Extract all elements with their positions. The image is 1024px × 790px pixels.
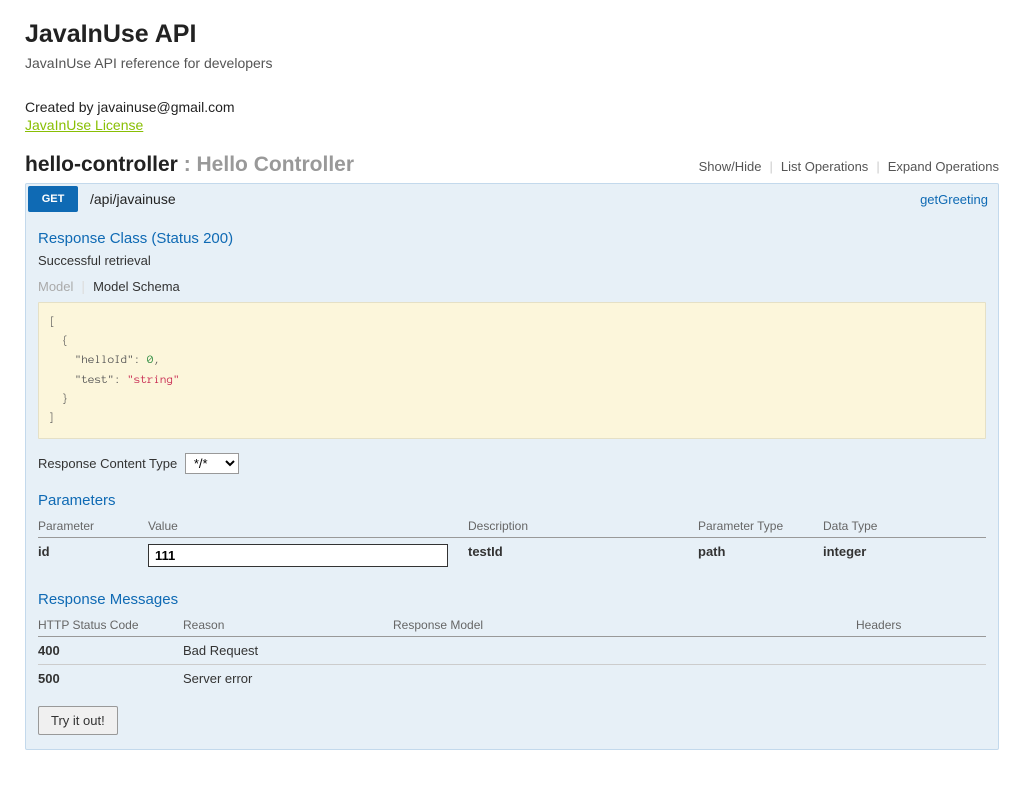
controller-name: hello-controller [25, 153, 178, 176]
endpoint-heading[interactable]: GET /api/javainuse getGreeting [26, 184, 998, 214]
tab-model-schema[interactable]: Model Schema [93, 279, 188, 294]
response-row: 400 Bad Request [38, 637, 986, 665]
controller-suffix: : Hello Controller [178, 153, 354, 176]
th-data-type: Data Type [823, 515, 986, 538]
api-description: JavaInUse API reference for developers [25, 55, 999, 71]
response-messages-table: HTTP Status Code Reason Response Model H… [38, 614, 986, 692]
response-reason: Server error [183, 665, 393, 693]
th-description: Description [468, 515, 698, 538]
response-messages-title: Response Messages [38, 591, 986, 608]
param-description: testId [468, 538, 698, 574]
list-operations-link[interactable]: List Operations [781, 159, 868, 174]
endpoint-body: Response Class (Status 200) Successful r… [26, 214, 998, 749]
method-badge: GET [28, 186, 78, 212]
parameter-row: id testId path integer [38, 538, 986, 574]
response-model [393, 637, 856, 665]
param-data-type: integer [823, 538, 986, 574]
endpoint: GET /api/javainuse getGreeting Response … [25, 183, 999, 750]
response-content-type-row: Response Content Type */* [38, 453, 986, 474]
controller-heading-row: hello-controller : Hello Controller Show… [25, 151, 999, 179]
model-schema-box[interactable]: [ { "helloId": 0, "test": "string" } ] [38, 302, 986, 439]
response-code: 400 [38, 637, 183, 665]
response-reason: Bad Request [183, 637, 393, 665]
response-content-type-select[interactable]: */* [185, 453, 239, 474]
response-content-type-label: Response Content Type [38, 456, 177, 471]
response-headers [856, 637, 986, 665]
tab-divider: | [81, 278, 93, 294]
th-status-code: HTTP Status Code [38, 614, 183, 637]
parameters-title: Parameters [38, 492, 986, 509]
tab-model[interactable]: Model [38, 279, 81, 294]
th-reason: Reason [183, 614, 393, 637]
parameters-table: Parameter Value Description Parameter Ty… [38, 515, 986, 573]
param-value-cell [148, 538, 468, 574]
controller-heading[interactable]: hello-controller : Hello Controller [25, 153, 354, 177]
th-parameter-type: Parameter Type [698, 515, 823, 538]
license-link[interactable]: JavaInUse License [25, 117, 143, 133]
param-value-input[interactable] [148, 544, 448, 567]
schema-tabs: Model|Model Schema [38, 278, 986, 294]
response-row: 500 Server error [38, 665, 986, 693]
response-class-title: Response Class (Status 200) [38, 230, 986, 247]
separator: | [868, 159, 887, 174]
operations-links: Show/Hide|List Operations|Expand Operati… [699, 159, 999, 174]
th-response-model: Response Model [393, 614, 856, 637]
th-parameter: Parameter [38, 515, 148, 538]
th-headers: Headers [856, 614, 986, 637]
param-name: id [38, 538, 148, 574]
operation-description: Successful retrieval [38, 253, 986, 268]
th-value: Value [148, 515, 468, 538]
operation-nickname: getGreeting [920, 192, 998, 207]
response-headers [856, 665, 986, 693]
show-hide-link[interactable]: Show/Hide [699, 159, 762, 174]
separator: | [761, 159, 780, 174]
expand-operations-link[interactable]: Expand Operations [888, 159, 999, 174]
param-type: path [698, 538, 823, 574]
endpoint-path: /api/javainuse [80, 191, 920, 207]
response-code: 500 [38, 665, 183, 693]
response-model [393, 665, 856, 693]
api-title: JavaInUse API [25, 20, 999, 49]
try-it-out-button[interactable]: Try it out! [38, 706, 118, 735]
created-by: Created by javainuse@gmail.com [25, 99, 999, 115]
